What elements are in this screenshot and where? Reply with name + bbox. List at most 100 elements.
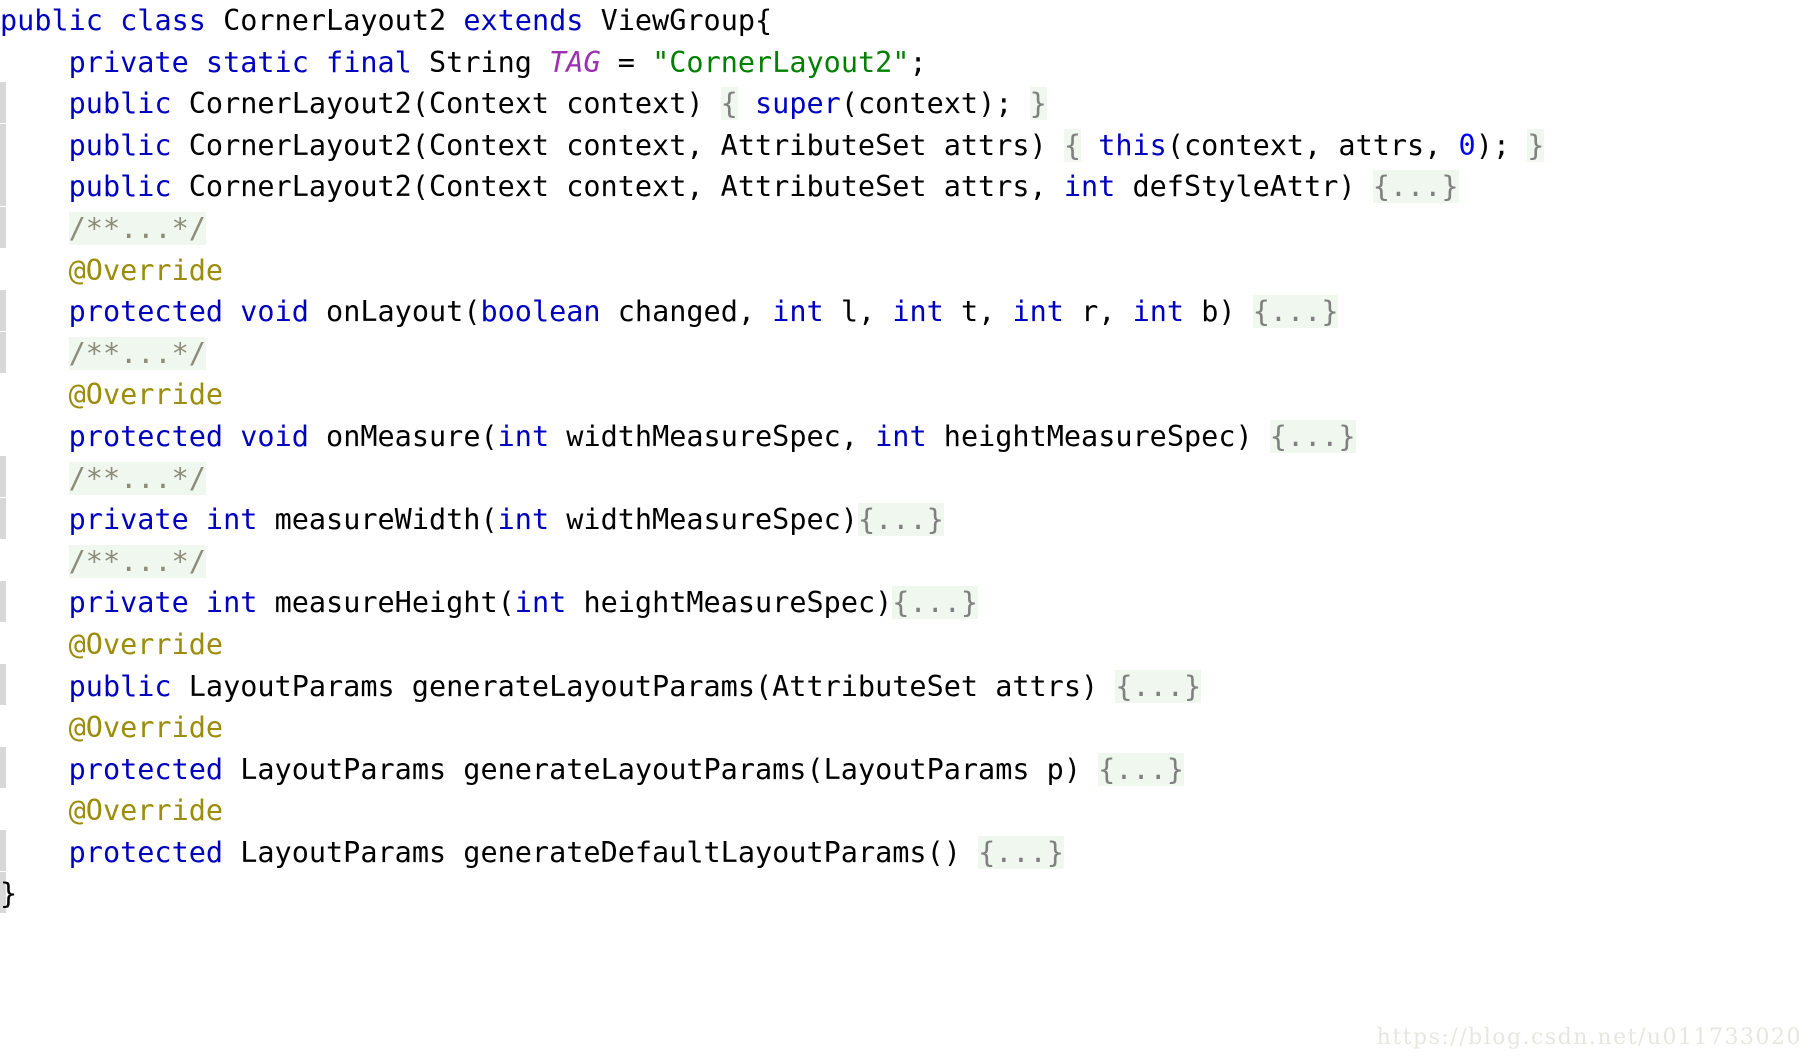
code-token-kw: int	[1012, 295, 1064, 329]
code-token-cmtfold[interactable]: /**...*/	[68, 211, 206, 245]
code-line[interactable]: /**...*/	[0, 333, 1810, 375]
code-line[interactable]: }	[0, 873, 1810, 915]
code-token-kw: int	[514, 586, 567, 620]
code-token-kw: protected	[68, 419, 224, 453]
code-token-fold[interactable]: {...}	[1098, 752, 1184, 786]
code-line[interactable]: @Override	[0, 374, 1810, 416]
code-token-plain: LayoutParams generateDefaultLayoutParams…	[223, 835, 979, 869]
code-token-anno: @Override	[68, 794, 224, 828]
code-token-fold[interactable]: {	[1063, 128, 1082, 162]
code-token-fold[interactable]: }	[1527, 128, 1545, 162]
code-token-cmtfold[interactable]: /**...*/	[68, 461, 206, 495]
code-token-kw: public	[68, 128, 172, 162]
code-token-cmtfold[interactable]: /**...*/	[68, 544, 206, 578]
code-line[interactable]: /**...*/	[0, 541, 1810, 583]
code-token-plain: CornerLayout2(Context context, Attribute…	[171, 128, 1064, 162]
code-token-plain: (context, attrs,	[1166, 128, 1459, 162]
watermark-url: https://blog.csdn.net/u011733020	[1376, 1025, 1802, 1050]
code-token-fold[interactable]: {...}	[1252, 295, 1339, 329]
code-token-kw: private	[68, 503, 189, 537]
code-line[interactable]: private static final String TAG = "Corne…	[0, 42, 1810, 84]
code-token-plain: r,	[1063, 295, 1133, 329]
code-line[interactable]: @Override	[0, 624, 1810, 666]
code-editor[interactable]: public class CornerLayout2 extends ViewG…	[0, 0, 1810, 1058]
code-token-plain: ViewGroup{	[583, 4, 773, 37]
code-token-plain: CornerLayout2(Context context)	[171, 87, 721, 121]
code-token-kw: int	[875, 419, 927, 453]
code-line[interactable]: public CornerLayout2(Context context, At…	[0, 166, 1810, 208]
code-line[interactable]: protected void onLayout(boolean changed,…	[0, 291, 1810, 333]
code-token-plain: measureHeight(	[257, 586, 515, 620]
code-token-fold[interactable]: {...}	[978, 835, 1064, 869]
code-token-plain: t,	[943, 295, 1013, 329]
code-line[interactable]: protected LayoutParams generateLayoutPar…	[0, 749, 1810, 791]
code-line[interactable]: public class CornerLayout2 extends ViewG…	[0, 0, 1810, 42]
code-token-fold[interactable]: {...}	[1372, 170, 1459, 204]
code-line[interactable]: protected void onMeasure(int widthMeasur…	[0, 416, 1810, 458]
code-line[interactable]: private int measureWidth(int widthMeasur…	[0, 499, 1810, 541]
code-token-anno: @Override	[68, 378, 224, 412]
code-token-plain: heightMeasureSpec)	[926, 419, 1270, 453]
code-content[interactable]: public class CornerLayout2 extends ViewG…	[0, 0, 1810, 915]
code-token-kw: boolean	[480, 295, 601, 329]
code-line[interactable]: private int measureHeight(int heightMeas…	[0, 582, 1810, 624]
code-token-fold[interactable]: {...}	[892, 586, 979, 620]
code-line[interactable]: protected LayoutParams generateDefaultLa…	[0, 832, 1810, 874]
code-token-kw: public	[68, 669, 172, 703]
code-token-plain: CornerLayout2(Context context, Attribute…	[171, 170, 1064, 204]
code-line[interactable]: /**...*/	[0, 458, 1810, 500]
code-token-str: "CornerLayout2"	[652, 45, 910, 79]
code-token-kw: private	[68, 586, 189, 620]
code-token-kw: protected	[68, 752, 224, 786]
code-token-kw: this	[1098, 128, 1167, 162]
code-line[interactable]: @Override	[0, 790, 1810, 832]
code-token-kw: protected	[68, 295, 224, 329]
code-token-kw: int	[497, 419, 550, 453]
code-line[interactable]: public LayoutParams generateLayoutParams…	[0, 666, 1810, 708]
code-line[interactable]: @Override	[0, 707, 1810, 749]
code-token-fold[interactable]: {...}	[857, 503, 944, 537]
code-token-kw: public	[68, 87, 172, 121]
code-token-plain: widthMeasureSpec,	[549, 419, 876, 453]
code-token-fold[interactable]: {	[720, 87, 738, 121]
code-token-anno: @Override	[68, 253, 224, 287]
code-token-plain: LayoutParams generateLayoutParams(Attrib…	[171, 669, 1116, 703]
code-token-kw: int	[205, 503, 258, 537]
code-token-plain: }	[0, 877, 18, 911]
code-token-kw: public	[0, 4, 103, 37]
code-token-plain: onMeasure(	[308, 419, 498, 453]
code-token-fold[interactable]: {...}	[1115, 669, 1202, 703]
code-line[interactable]: public CornerLayout2(Context context) { …	[0, 83, 1810, 125]
code-token-kw: protected	[68, 835, 224, 869]
code-token-kw: private	[68, 45, 189, 79]
code-token-plain: ;	[909, 45, 927, 79]
code-token-plain: );	[1475, 128, 1528, 162]
code-token-fold[interactable]: }	[1029, 87, 1047, 121]
code-token-fold[interactable]: {...}	[1269, 419, 1356, 453]
code-token-cmtfold[interactable]: /**...*/	[68, 336, 206, 370]
code-token-num: 0	[1458, 128, 1476, 162]
code-token-anno: @Override	[68, 627, 224, 661]
code-token-kw: int	[1132, 295, 1185, 329]
code-token-plain: CornerLayout2	[205, 4, 464, 37]
code-token-plain: heightMeasureSpec)	[566, 586, 893, 620]
code-line[interactable]: @Override	[0, 250, 1810, 292]
code-line[interactable]: /**...*/	[0, 208, 1810, 250]
code-line[interactable]: public CornerLayout2(Context context, At…	[0, 125, 1810, 167]
